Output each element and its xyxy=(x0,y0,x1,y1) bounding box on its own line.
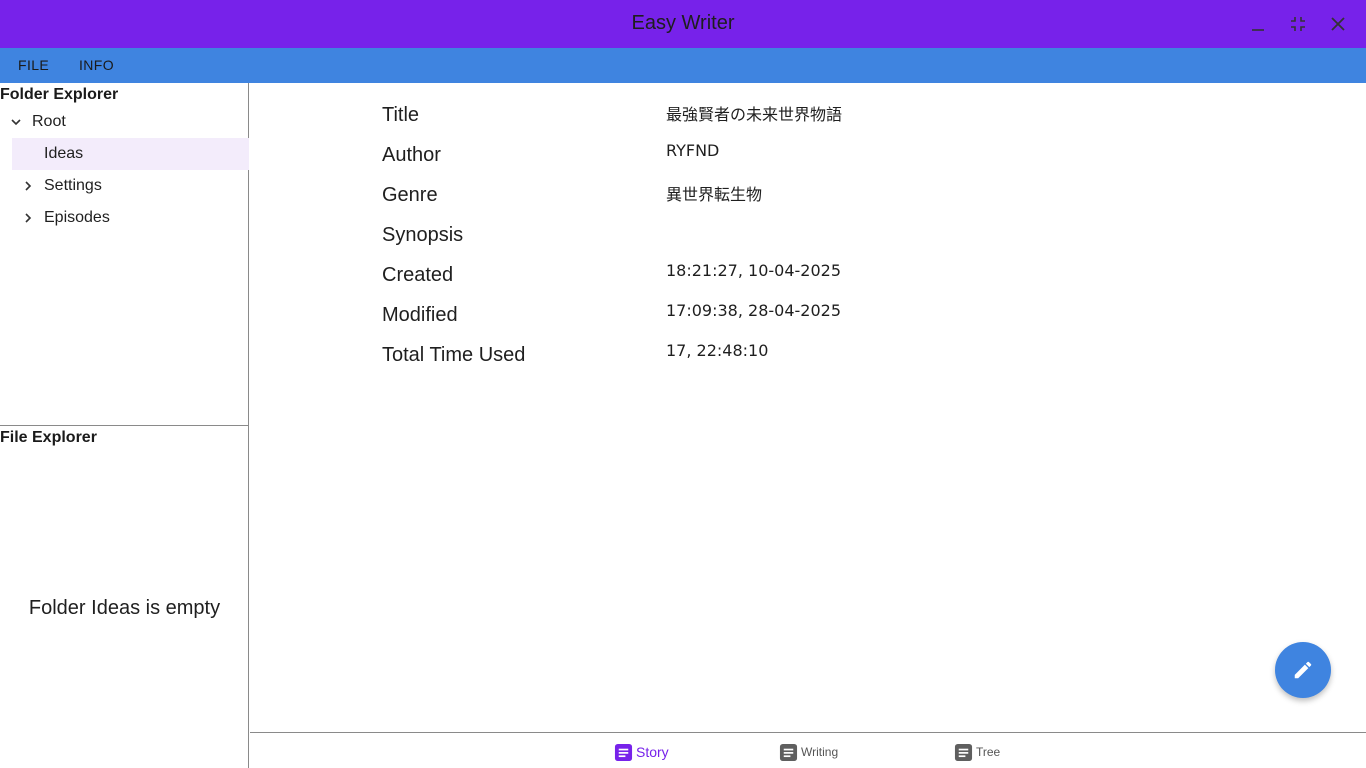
created-label: Created xyxy=(382,264,454,286)
document-icon xyxy=(614,743,633,761)
genre-label: Genre xyxy=(382,184,438,206)
total-time-label: Total Time Used xyxy=(382,344,526,366)
restore-button[interactable] xyxy=(1286,12,1310,36)
minimize-icon xyxy=(1252,29,1264,31)
chevron-down-icon xyxy=(8,114,24,130)
sidebar-divider xyxy=(0,425,249,426)
created-value: 18:21:27, 10-04-2025 xyxy=(666,261,842,280)
pencil-icon xyxy=(1294,661,1312,679)
bottom-navigation: Story Writing Tree xyxy=(250,732,1366,768)
tree-item-root[interactable]: Root xyxy=(8,106,249,138)
menu-info[interactable]: INFO xyxy=(79,57,114,73)
restore-icon xyxy=(1291,17,1305,31)
tab-writing[interactable]: Writing xyxy=(779,742,838,762)
document-icon xyxy=(779,743,798,761)
tree-item-ideas[interactable]: Ideas xyxy=(12,138,249,170)
tree-item-episodes[interactable]: Episodes xyxy=(20,202,249,234)
tab-label: Story xyxy=(636,744,669,760)
close-icon xyxy=(1331,17,1345,31)
author-label: Author xyxy=(382,144,441,166)
tree-item-label: Root xyxy=(32,113,66,130)
author-value: RYFND xyxy=(666,141,720,160)
file-explorer-title: File Explorer xyxy=(0,429,97,446)
chevron-right-icon xyxy=(20,210,36,226)
menu-file[interactable]: FILE xyxy=(18,57,49,73)
modified-label: Modified xyxy=(382,304,458,326)
title-label: Title xyxy=(382,104,420,126)
folder-explorer-title: Folder Explorer xyxy=(0,86,119,103)
tree-item-label: Ideas xyxy=(44,145,84,162)
app-title: Easy Writer xyxy=(631,12,735,34)
tab-story[interactable]: Story xyxy=(614,742,669,762)
tree-item-label: Episodes xyxy=(44,209,110,226)
synopsis-label: Synopsis xyxy=(382,224,464,246)
title-value: 最強賢者の未来世界物語 xyxy=(666,105,843,124)
tab-tree[interactable]: Tree xyxy=(954,742,1000,762)
modified-value: 17:09:38, 28-04-2025 xyxy=(666,301,842,320)
edit-button[interactable] xyxy=(1275,642,1331,698)
empty-folder-message: Folder Ideas is empty xyxy=(28,597,221,619)
menu-bar: FILE INFO xyxy=(0,48,1366,83)
chevron-right-icon xyxy=(20,178,36,194)
sidebar: Folder Explorer Root Ideas Settings Epis… xyxy=(0,83,249,768)
tab-label: Writing xyxy=(801,745,839,759)
total-time-value: 17, 22:48:10 xyxy=(666,341,769,360)
story-info-panel: Title 最強賢者の未来世界物語 Author RYFND Genre 異世界… xyxy=(250,83,1366,732)
tab-label: Tree xyxy=(976,745,1001,759)
tree-item-label: Settings xyxy=(44,177,102,194)
minimize-button[interactable] xyxy=(1246,12,1270,36)
document-icon xyxy=(954,743,973,761)
close-button[interactable] xyxy=(1326,12,1350,36)
title-bar: Easy Writer xyxy=(0,0,1366,48)
tree-item-settings[interactable]: Settings xyxy=(20,170,249,202)
genre-value: 異世界転生物 xyxy=(666,185,763,204)
